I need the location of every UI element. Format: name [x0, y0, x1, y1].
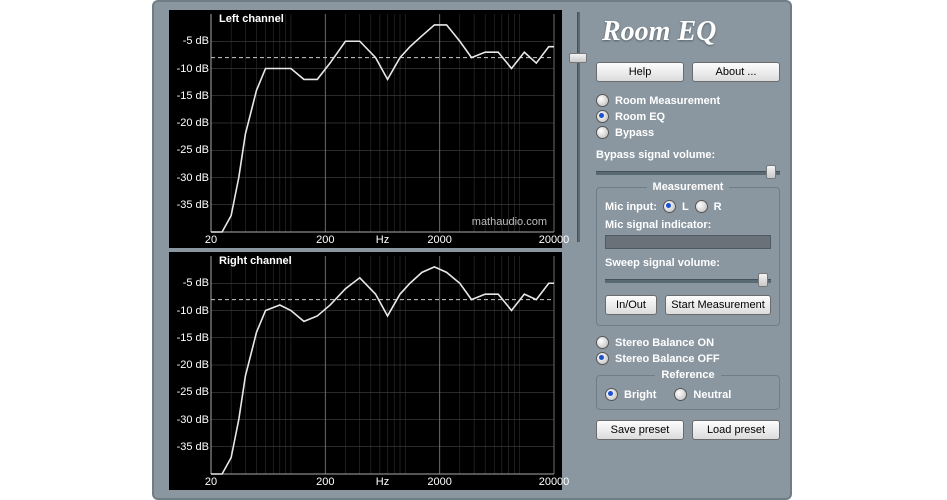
reference-bright-label: Bright	[624, 389, 656, 401]
plugin-panel: Left channel mathaudio.com -5 dB-10 dB-1…	[152, 0, 792, 500]
app-title: Room EQ	[602, 16, 780, 48]
stereo-on-label: Stereo Balance ON	[615, 337, 714, 349]
bypass-volume-thumb[interactable]	[766, 165, 776, 179]
in-out-button[interactable]: In/Out	[605, 295, 657, 315]
help-button[interactable]: Help	[596, 62, 684, 82]
mic-L-label: L	[682, 201, 689, 213]
stereo-off-label: Stereo Balance OFF	[615, 353, 720, 365]
reference-neutral-radio[interactable]	[674, 388, 687, 401]
radio-icon	[596, 336, 609, 349]
reference-neutral-label: Neutral	[693, 389, 731, 401]
watermark: mathaudio.com	[472, 216, 547, 228]
mic-R-radio[interactable]	[695, 200, 708, 213]
about-button[interactable]: About ...	[692, 62, 780, 82]
stereo-balance-group: Stereo Balance ON Stereo Balance OFF	[596, 336, 780, 365]
measurement-legend: Measurement	[647, 181, 730, 193]
plot-right-channel: Right channel -5 dB-10 dB-15 dB-20 dB-25…	[169, 252, 562, 490]
mode-group: Room Measurement Room EQ Bypass	[596, 94, 780, 139]
radio-icon	[596, 126, 609, 139]
mode-eq-label: Room EQ	[615, 111, 665, 123]
plot-left-ylabels: -5 dB-10 dB-15 dB-20 dB-25 dB-30 dB-35 d…	[171, 10, 209, 248]
plot-right-title: Right channel	[219, 255, 292, 267]
mode-bypass-label: Bypass	[615, 127, 654, 139]
stereo-balance-off[interactable]: Stereo Balance OFF	[596, 352, 780, 365]
sweep-volume-slider[interactable]	[605, 273, 771, 287]
mode-measurement[interactable]: Room Measurement	[596, 94, 780, 107]
stereo-balance-on[interactable]: Stereo Balance ON	[596, 336, 780, 349]
plot-left-channel: Left channel mathaudio.com -5 dB-10 dB-1…	[169, 10, 562, 248]
vertical-slider-thumb[interactable]	[569, 53, 587, 63]
vertical-slider[interactable]	[569, 12, 587, 242]
sweep-volume-label: Sweep signal volume:	[605, 257, 771, 269]
mic-signal-indicator	[605, 235, 771, 249]
vertical-slider-track	[577, 12, 580, 242]
side-panel: Room EQ Help About ... Room Measurement …	[596, 10, 780, 452]
mode-measurement-label: Room Measurement	[615, 95, 720, 107]
load-preset-button[interactable]: Load preset	[692, 420, 780, 440]
plot-right-ylabels: -5 dB-10 dB-15 dB-20 dB-25 dB-30 dB-35 d…	[171, 252, 209, 490]
reference-fieldset: Reference Bright Neutral	[596, 375, 780, 410]
radio-icon	[596, 110, 609, 123]
plot-right-svg	[169, 252, 562, 490]
bypass-volume-slider[interactable]	[596, 165, 780, 179]
save-preset-button[interactable]: Save preset	[596, 420, 684, 440]
sweep-volume-thumb[interactable]	[758, 273, 768, 287]
radio-icon	[596, 94, 609, 107]
plot-left-xlabels: 20200Hz200020000	[169, 234, 562, 248]
mic-indicator-label: Mic signal indicator:	[605, 219, 771, 231]
plot-right-xlabels: 20200Hz200020000	[169, 476, 562, 490]
measurement-fieldset: Measurement Mic input: L R Mic signal in…	[596, 187, 780, 326]
mode-eq[interactable]: Room EQ	[596, 110, 780, 123]
mic-input-label: Mic input:	[605, 201, 657, 213]
reference-legend: Reference	[655, 369, 720, 381]
plot-left-svg	[169, 10, 562, 248]
mic-L-radio[interactable]	[663, 200, 676, 213]
mode-bypass[interactable]: Bypass	[596, 126, 780, 139]
mic-R-label: R	[714, 201, 722, 213]
plot-left-title: Left channel	[219, 13, 284, 25]
radio-icon	[596, 352, 609, 365]
reference-bright-radio[interactable]	[605, 388, 618, 401]
plots-container: Left channel mathaudio.com -5 dB-10 dB-1…	[169, 10, 562, 490]
start-measurement-button[interactable]: Start Measurement	[665, 295, 771, 315]
bypass-volume-label: Bypass signal volume:	[596, 149, 780, 161]
